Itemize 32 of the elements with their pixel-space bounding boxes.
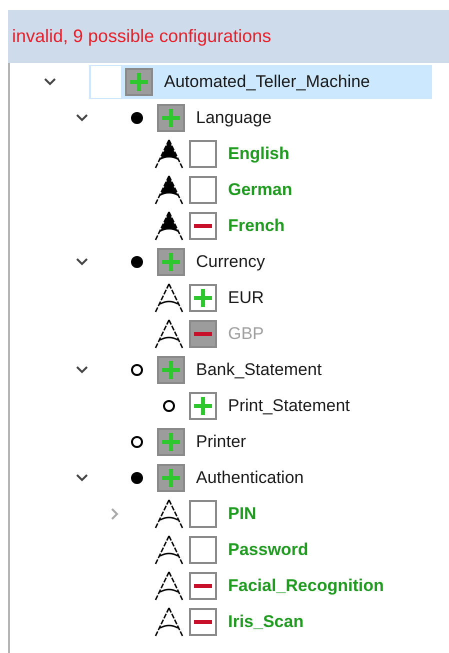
plus-checkbox[interactable] xyxy=(157,428,185,456)
minus-checkbox[interactable] xyxy=(189,608,217,636)
feature-label[interactable]: Printer xyxy=(196,432,246,452)
feature-label[interactable]: Language xyxy=(196,108,272,128)
feature-label[interactable]: Facial_Recognition xyxy=(228,576,384,596)
feature-label[interactable]: German xyxy=(228,180,292,200)
feature-label[interactable]: Automated_Teller_Machine xyxy=(164,72,370,92)
plus-checkbox[interactable] xyxy=(189,392,217,420)
empty-checkbox[interactable] xyxy=(189,140,217,168)
feature-label[interactable]: Bank_Statement xyxy=(196,360,322,380)
feature-label[interactable]: Password xyxy=(228,540,308,560)
feature-label[interactable]: PIN xyxy=(228,504,256,524)
feature-label[interactable]: French xyxy=(228,216,285,236)
empty-checkbox[interactable] xyxy=(189,176,217,204)
plus-checkbox[interactable] xyxy=(189,284,217,312)
status-message: invalid, 9 possible configurations xyxy=(12,26,272,47)
plus-checkbox[interactable] xyxy=(157,464,185,492)
minus-checkbox[interactable] xyxy=(189,572,217,600)
feature-label[interactable]: English xyxy=(228,144,290,164)
plus-checkbox[interactable] xyxy=(125,68,153,96)
plus-checkbox[interactable] xyxy=(157,248,185,276)
feature-label[interactable]: Iris_Scan xyxy=(228,612,304,632)
feature-label[interactable]: Print_Statement xyxy=(228,396,350,416)
feature-label[interactable]: Authentication xyxy=(196,468,304,488)
selected-row-highlight[interactable]: Automated_Teller_Machine xyxy=(89,65,432,99)
empty-checkbox[interactable] xyxy=(189,536,217,564)
plus-checkbox[interactable] xyxy=(157,356,185,384)
empty-checkbox[interactable] xyxy=(189,500,217,528)
feature-label[interactable]: EUR xyxy=(228,288,264,308)
plus-checkbox[interactable] xyxy=(157,104,185,132)
minus-checkbox[interactable] xyxy=(189,212,217,240)
feature-label[interactable]: Currency xyxy=(196,252,265,272)
